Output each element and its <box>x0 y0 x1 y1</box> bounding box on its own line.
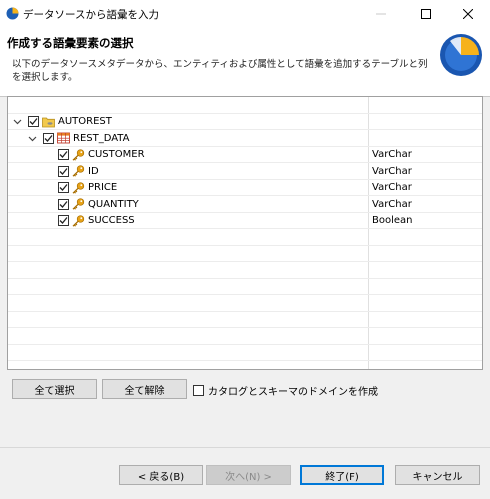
table-row <box>8 262 482 279</box>
create-domain-option[interactable]: カタログとスキーマのドメインを作成 <box>193 383 378 398</box>
table-row <box>8 345 482 361</box>
checkbox-root[interactable] <box>28 116 39 127</box>
folder-database-icon <box>42 117 55 127</box>
checkbox-column[interactable] <box>58 182 69 193</box>
tree-row-column[interactable]: QUANTITY VarChar <box>8 196 482 213</box>
minimize-button[interactable] <box>359 0 403 28</box>
tree-row-root[interactable]: AUTOREST <box>8 114 482 130</box>
select-all-button[interactable]: 全て選択 <box>12 379 97 399</box>
table-row <box>8 312 482 328</box>
tree-row-table[interactable]: REST_DATA <box>8 130 482 147</box>
column-name: SUCCESS <box>88 215 135 226</box>
wizard-banner: 作成する語彙要素の選択 以下のデータソースメタデータから、エンティティおよび属性… <box>0 28 490 96</box>
create-domain-checkbox[interactable] <box>193 385 204 396</box>
column-type: VarChar <box>372 165 412 177</box>
key-icon <box>72 148 85 161</box>
close-button[interactable] <box>446 0 490 28</box>
checkbox-table[interactable] <box>43 132 54 144</box>
maximize-button[interactable] <box>404 0 448 28</box>
footer-separator <box>0 447 490 448</box>
table-row <box>8 279 482 295</box>
tree-row-column[interactable]: PRICE VarChar <box>8 180 482 196</box>
table-row <box>8 295 482 312</box>
table-icon <box>57 132 70 144</box>
close-icon <box>463 9 473 19</box>
checkmark-icon <box>29 118 38 125</box>
key-icon <box>72 198 85 210</box>
column-type: VarChar <box>372 198 412 210</box>
table-row <box>8 246 482 262</box>
checkmark-icon <box>59 184 68 191</box>
table-row <box>8 97 482 114</box>
checkbox-column[interactable] <box>58 149 69 160</box>
cancel-button[interactable]: キャンセル <box>395 465 480 485</box>
checkbox-column[interactable] <box>58 165 69 177</box>
key-icon <box>72 165 85 177</box>
chevron-down-icon[interactable] <box>28 134 37 143</box>
checkbox-column[interactable] <box>58 198 69 210</box>
tree-row-column[interactable]: ID VarChar <box>8 163 482 180</box>
table-row <box>8 328 482 345</box>
chevron-down-icon[interactable] <box>13 117 22 126</box>
column-name: ID <box>88 165 99 177</box>
column-type: Boolean <box>372 215 413 226</box>
key-icon <box>72 214 85 227</box>
title-bar: データソースから語彙を入力 <box>0 0 490 28</box>
window-title: データソースから語彙を入力 <box>23 9 159 21</box>
maximize-icon <box>421 9 431 19</box>
page-title: 作成する語彙要素の選択 <box>7 36 134 50</box>
page-description: 以下のデータソースメタデータから、エンティティおよび属性として語彙を追加するテー… <box>12 59 428 83</box>
tree-row-column[interactable]: SUCCESS Boolean <box>8 213 482 229</box>
column-name: CUSTOMER <box>88 149 145 160</box>
tree-label-table: REST_DATA <box>73 132 130 144</box>
next-button[interactable]: 次へ(N) > <box>206 465 291 485</box>
column-type: VarChar <box>372 182 412 193</box>
wizard-logo-icon <box>440 34 482 76</box>
key-icon <box>72 181 85 194</box>
deselect-all-button[interactable]: 全て解除 <box>102 379 187 399</box>
column-name: QUANTITY <box>88 198 139 210</box>
app-icon <box>6 7 19 20</box>
tree-row-column[interactable]: CUSTOMER VarChar <box>8 147 482 163</box>
column-name: PRICE <box>88 182 118 193</box>
minimize-icon <box>376 13 386 15</box>
create-domain-label: カタログとスキーマのドメインを作成 <box>208 387 378 398</box>
checkmark-icon <box>44 134 53 142</box>
checkmark-icon <box>59 200 68 208</box>
column-type: VarChar <box>372 149 412 160</box>
checkbox-column[interactable] <box>58 215 69 226</box>
vocabulary-tree-table[interactable]: AUTOREST REST_DATA CUSTOMER VarChar ID V… <box>7 96 483 370</box>
checkmark-icon <box>59 217 68 224</box>
checkmark-icon <box>59 167 68 175</box>
checkmark-icon <box>59 151 68 158</box>
finish-button[interactable]: 終了(F) <box>300 465 384 485</box>
table-row <box>8 229 482 246</box>
tree-label-root: AUTOREST <box>58 116 112 127</box>
back-button[interactable]: < 戻る(B) <box>119 465 203 485</box>
